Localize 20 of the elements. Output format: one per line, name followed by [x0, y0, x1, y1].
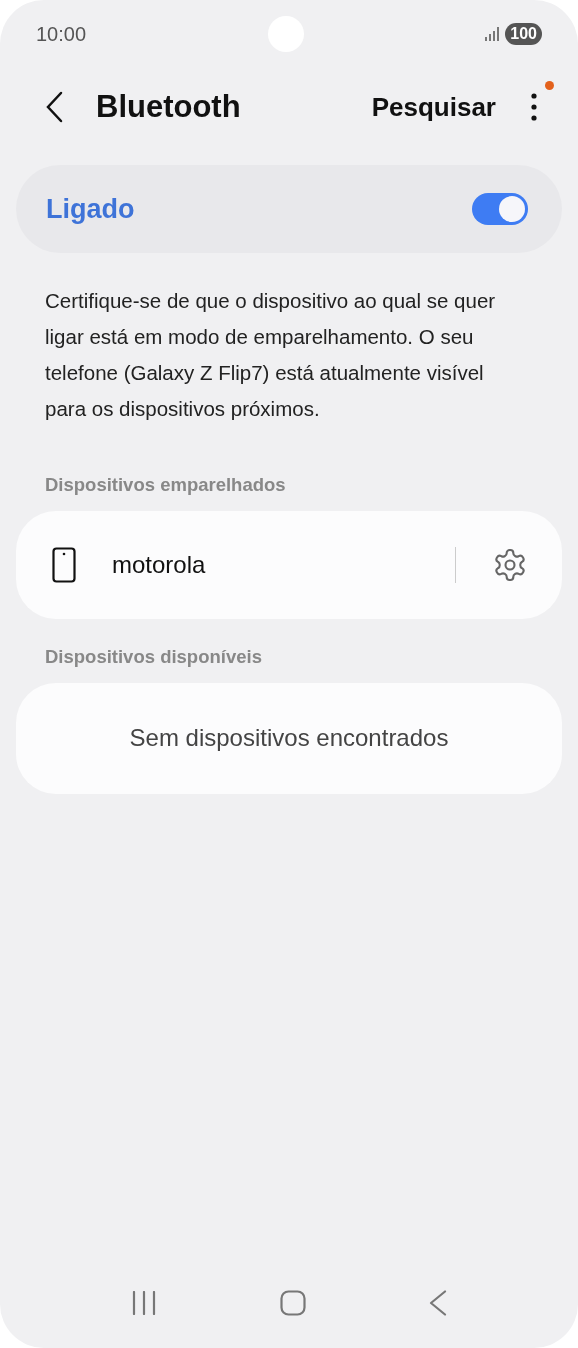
status-time: 10:00 [36, 22, 87, 47]
description-text: Certifique-se de que o dispositivo ao qual se quer ligar está em modo de emparelhamento. O seu telefone (Galaxy Z Flip7) está atualmente visível para os dispositivos próximos. [44, 288, 497, 422]
more-icon [531, 93, 537, 121]
settings-icon[interactable] [492, 546, 528, 583]
page-title: Bluetooth [96, 87, 242, 126]
home-button[interactable] [280, 1290, 306, 1316]
paired-device-card[interactable]: motorola [16, 510, 562, 619]
battery-indicator: 100 [505, 23, 542, 45]
toggle-switch[interactable] [472, 193, 528, 225]
phone-icon [52, 546, 76, 583]
section-heading: Dispositivos emparelhados [44, 473, 287, 497]
empty-message: Sem dispositivos encontrados [129, 723, 449, 753]
section-heading: Dispositivos disponíveis [44, 644, 263, 669]
back-nav-button[interactable] [428, 1290, 447, 1316]
device-name: motorola [112, 549, 207, 580]
switch-label: Ligado [46, 192, 135, 226]
bluetooth-switch-card[interactable]: Ligado [16, 165, 562, 253]
search-button[interactable]: Pesquisar [371, 87, 496, 127]
recent-apps-button[interactable] [131, 1291, 158, 1315]
signal-icon [485, 27, 502, 41]
